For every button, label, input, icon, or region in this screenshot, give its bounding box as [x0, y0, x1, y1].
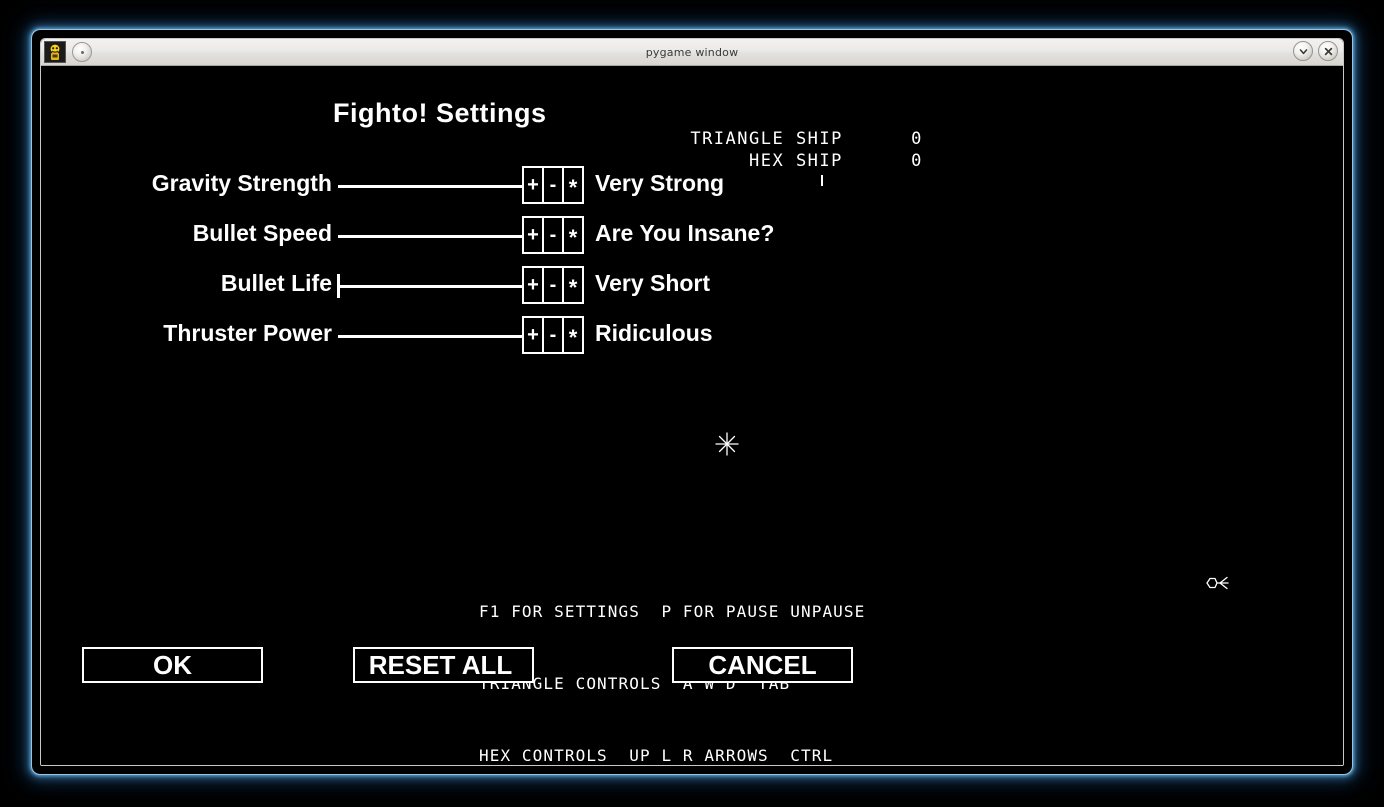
slider-handle-bullet-life[interactable] [336, 274, 340, 298]
window-controls [1293, 41, 1338, 61]
close-x-icon[interactable] [1318, 41, 1338, 61]
decrease-button-bullet-speed[interactable]: - [542, 216, 564, 254]
setting-label-bullet-speed: Bullet Speed [192, 220, 332, 246]
help-line-3: HEX CONTROLS UP L R ARROWS CTRL [479, 746, 834, 765]
reset-button-bullet-life[interactable]: * [562, 266, 584, 304]
window-menu-icon[interactable] [72, 42, 92, 62]
score-triangle-value: 0 [911, 129, 923, 149]
reset-button-bullet-speed[interactable]: * [562, 216, 584, 254]
setting-label-thruster-power: Thruster Power [163, 320, 332, 346]
setting-buttons-bullet-speed: + - * [522, 216, 584, 254]
ok-button[interactable]: OK [82, 647, 263, 683]
help-line-1: F1 FOR SETTINGS P FOR PAUSE UNPAUSE [479, 602, 866, 621]
increase-button-bullet-speed[interactable]: + [522, 216, 544, 254]
reset-all-button-label: RESET ALL [368, 649, 513, 680]
explosion-sparkle-icon [713, 430, 741, 458]
stray-artifact-tick [821, 175, 823, 186]
setting-row-bullet-life: Bullet Life + - * Very Short [41, 266, 1343, 306]
setting-buttons-thruster-power: + - * [522, 316, 584, 354]
window-title: pygame window [645, 45, 739, 59]
setting-buttons-gravity-strength: + - * [522, 166, 584, 204]
setting-row-gravity-strength: Gravity Strength + - * Very Strong [41, 166, 1343, 206]
setting-label-gravity-strength: Gravity Strength [151, 170, 332, 196]
setting-value-bullet-life: Very Short [595, 270, 711, 296]
ok-button-label: OK [153, 649, 192, 680]
desktop-background: pygame window Fighto! Settings TRIANGLE … [0, 0, 1384, 807]
setting-value-gravity-strength: Very Strong [595, 170, 725, 196]
increase-button-bullet-life[interactable]: + [522, 266, 544, 304]
increase-button-gravity-strength[interactable]: + [522, 166, 544, 204]
pygame-window: pygame window Fighto! Settings TRIANGLE … [40, 38, 1344, 766]
hex-ship-sprite-icon [1204, 572, 1234, 594]
increase-button-thruster-power[interactable]: + [522, 316, 544, 354]
decrease-button-gravity-strength[interactable]: - [542, 166, 564, 204]
decrease-button-bullet-life[interactable]: - [542, 266, 564, 304]
page-title: Fighto! Settings [333, 98, 547, 128]
chevron-down-icon[interactable] [1293, 41, 1313, 61]
reset-button-gravity-strength[interactable]: * [562, 166, 584, 204]
window-titlebar[interactable]: pygame window [41, 39, 1343, 66]
reset-all-button[interactable]: RESET ALL [353, 647, 534, 683]
decrease-button-thruster-power[interactable]: - [542, 316, 564, 354]
setting-row-bullet-speed: Bullet Speed + - * Are You Insane? [41, 216, 1343, 256]
reset-button-thruster-power[interactable]: * [562, 316, 584, 354]
setting-value-thruster-power: Ridiculous [595, 320, 713, 346]
setting-row-thruster-power: Thruster Power + - * Ridiculous [41, 316, 1343, 356]
setting-buttons-bullet-life: + - * [522, 266, 584, 304]
game-canvas[interactable]: Fighto! Settings TRIANGLE SHIP 0 HEX SHIP… [41, 66, 1343, 765]
pygame-app-icon [44, 41, 66, 63]
cancel-button[interactable]: CANCEL [672, 647, 853, 683]
cancel-button-label: CANCEL [708, 649, 817, 680]
setting-label-bullet-life: Bullet Life [220, 270, 332, 296]
setting-value-bullet-speed: Are You Insane? [595, 220, 775, 246]
